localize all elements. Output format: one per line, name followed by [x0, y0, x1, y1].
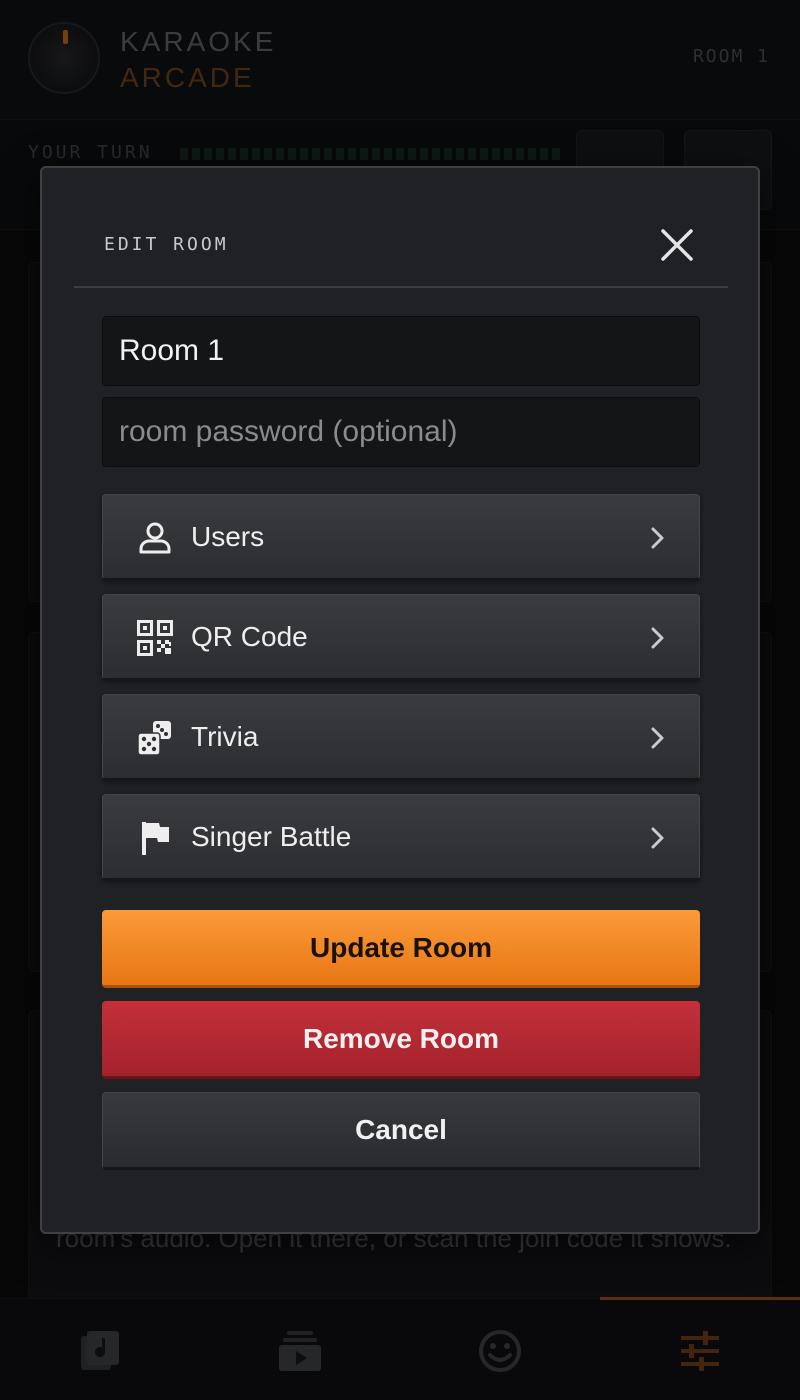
menu-item-label: Users [191, 521, 265, 552]
menu-item-label: QR Code [191, 621, 308, 652]
room-password-input[interactable] [102, 397, 700, 467]
update-room-button[interactable]: Update Room [102, 910, 700, 988]
menu-item-qr-code[interactable]: QR Code [102, 594, 700, 680]
menu-item-trivia[interactable]: Trivia [102, 694, 700, 780]
menu-item-label: Trivia [191, 721, 259, 752]
flag-icon [137, 820, 173, 856]
chevron-right-icon [651, 827, 664, 849]
close-icon [661, 229, 693, 261]
menu-item-users[interactable]: Users [102, 494, 700, 580]
cancel-button[interactable]: Cancel [102, 1092, 700, 1170]
remove-room-button[interactable]: Remove Room [102, 1001, 700, 1079]
dice-icon [137, 720, 173, 756]
chevron-right-icon [651, 727, 664, 749]
modal-divider [74, 286, 728, 288]
room-name-input[interactable] [102, 316, 700, 386]
modal-title: EDIT ROOM [104, 234, 229, 255]
qr-code-icon [137, 620, 173, 656]
menu-item-label: Singer Battle [191, 821, 352, 852]
close-button[interactable] [654, 222, 700, 268]
menu-item-singer-battle[interactable]: Singer Battle [102, 794, 700, 880]
edit-room-modal: EDIT ROOM Users [40, 166, 760, 1234]
user-icon [137, 520, 173, 556]
chevron-right-icon [651, 627, 664, 649]
chevron-right-icon [651, 527, 664, 549]
